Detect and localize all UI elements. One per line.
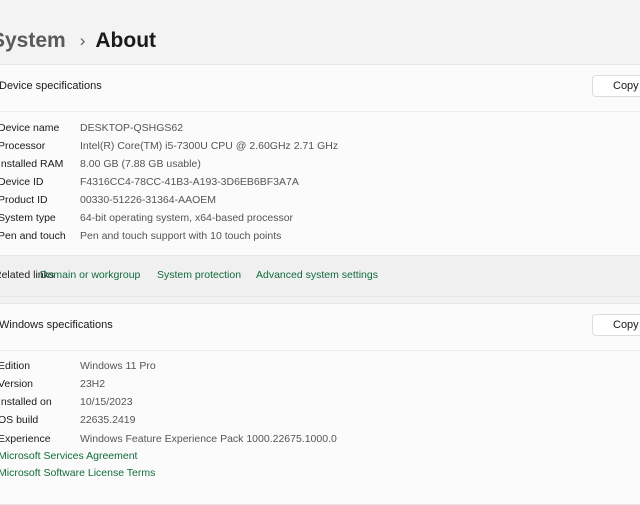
domain-or-workgroup-link[interactable]: Domain or workgroup [40,269,140,281]
breadcrumb: System › About [0,24,156,58]
microsoft-software-license-terms-link[interactable]: Microsoft Software License Terms [0,467,155,479]
copy-windows-specs-button[interactable]: Copy [592,314,640,336]
spec-value: Windows Feature Experience Pack 1000.226… [80,433,337,445]
spec-row-experience: Experience Windows Feature Experience Pa… [0,430,640,448]
spec-label: OS build [0,414,39,426]
chevron-right-icon: › [79,31,86,50]
device-specifications-card: Device specifications Copy Device name D… [0,64,640,257]
breadcrumb-parent[interactable]: System [0,29,66,53]
spec-row-installed-ram: Installed RAM 8.00 GB (7.88 GB usable) [0,155,640,173]
spec-value: 8.00 GB (7.88 GB usable) [80,158,201,170]
spec-row-edition: Edition Windows 11 Pro [0,357,640,375]
advanced-system-settings-link[interactable]: Advanced system settings [256,269,378,281]
spec-row-system-type: System type 64-bit operating system, x64… [0,209,640,227]
microsoft-services-agreement-link[interactable]: Microsoft Services Agreement [0,450,137,462]
related-links-bar: Related links Domain or workgroup System… [0,255,640,297]
spec-label: Experience [0,433,51,445]
spec-value: Pen and touch support with 10 touch poin… [80,230,282,242]
page-title: About [95,29,157,52]
spec-row-product-id: Product ID 00330-51226-31364-AAOEM [0,191,640,209]
spec-row-os-build: OS build 22635.2419 [0,411,640,429]
windows-specifications-header[interactable]: Windows specifications Copy [0,304,640,351]
spec-value: Intel(R) Core(TM) i5-7300U CPU @ 2.60GHz… [80,140,339,152]
spec-row-device-id: Device ID F4316CC4-78CC-41B3-A193-3D6EB6… [0,173,640,191]
spec-label: Processor [0,140,46,152]
spec-row-installed-on: Installed on 10/15/2023 [0,393,640,411]
spec-label: Edition [0,360,31,372]
spec-value: 23H2 [80,378,106,390]
spec-label: Version [0,378,34,390]
spec-value: 22635.2419 [80,414,136,426]
spec-row-processor: Processor Intel(R) Core(TM) i5-7300U CPU… [0,137,640,155]
device-specifications-title: Device specifications [0,80,102,92]
spec-label: Product ID [0,194,48,206]
spec-value: F4316CC4-78CC-41B3-A193-3D6EB6BF3A7A [80,176,299,188]
spec-row-pen-and-touch: Pen and touch Pen and touch support with… [0,227,640,245]
spec-label: Installed on [0,396,52,408]
spec-value: 64-bit operating system, x64-based proce… [80,212,294,224]
spec-row-device-name: Device name DESKTOP-QSHGS62 [0,119,640,137]
spec-label: Device ID [0,176,44,188]
spec-value: Windows 11 Pro [80,360,156,372]
spec-value: 10/15/2023 [80,396,133,408]
spec-value: DESKTOP-QSHGS62 [80,122,184,134]
spec-label: System type [0,212,56,224]
spec-value: 00330-51226-31364-AAOEM [80,194,217,206]
spec-row-version: Version 23H2 [0,375,640,393]
spec-label: Pen and touch [0,230,66,242]
device-specifications-header[interactable]: Device specifications Copy [0,65,640,112]
copy-device-specs-button[interactable]: Copy [592,75,640,97]
windows-specifications-title: Windows specifications [0,319,113,331]
windows-specifications-card: Windows specifications Copy Edition Wind… [0,303,640,505]
spec-label: Device name [0,122,60,134]
spec-label: Installed RAM [0,158,64,170]
system-protection-link[interactable]: System protection [157,269,241,281]
